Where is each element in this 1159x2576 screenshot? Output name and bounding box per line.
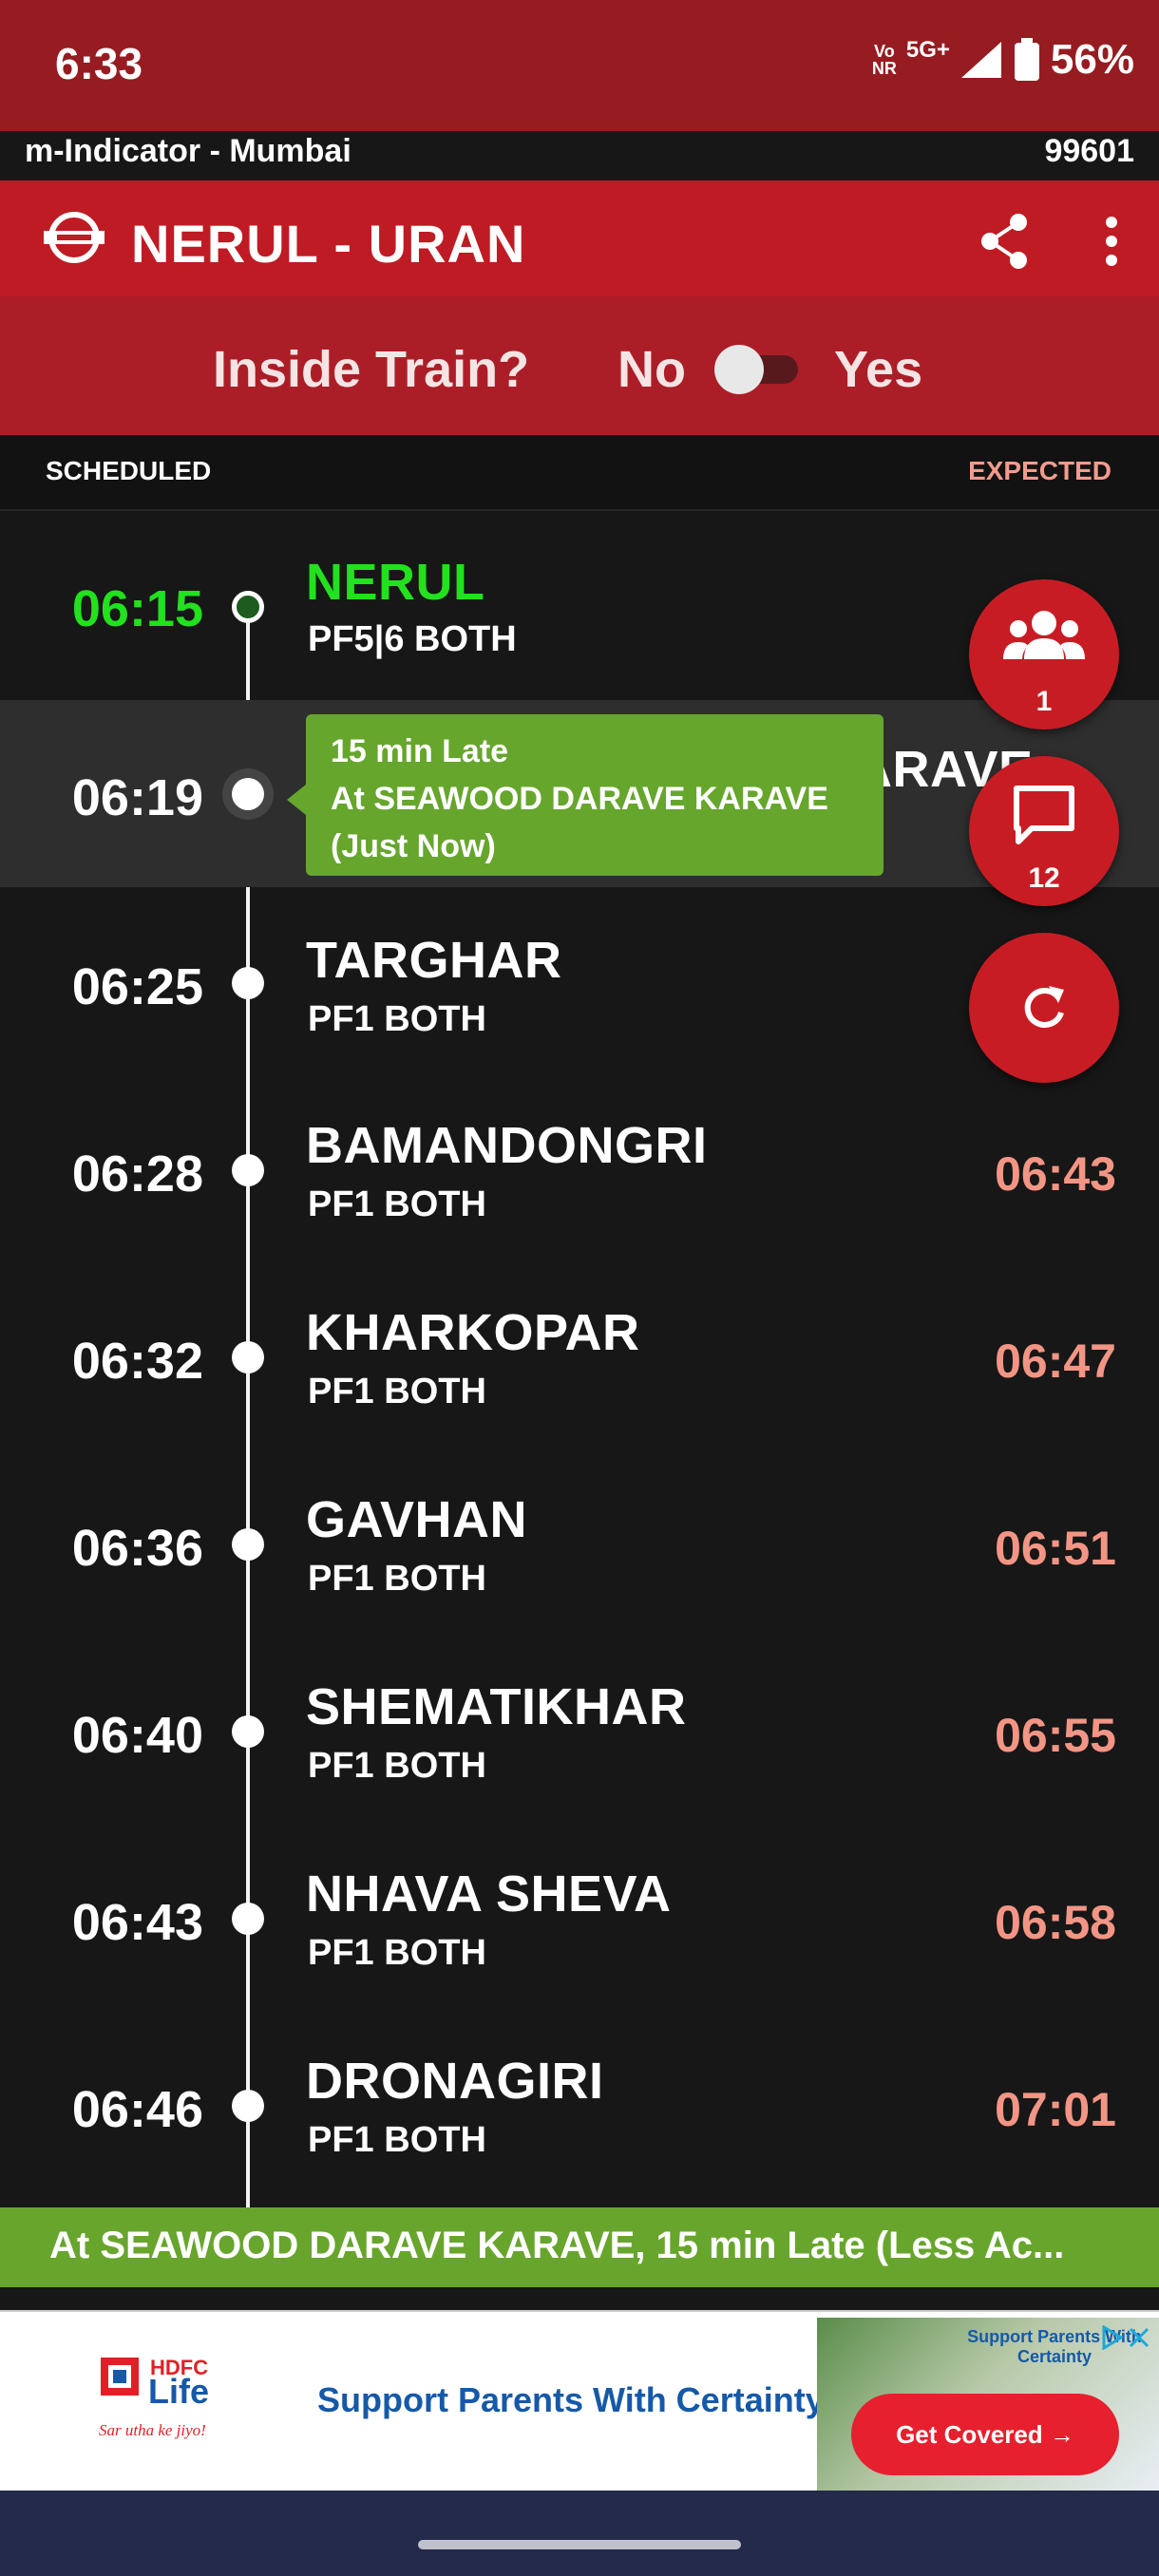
station-dot [232, 2090, 264, 2122]
people-count: 1 [1036, 686, 1053, 717]
battery-icon [1014, 38, 1039, 81]
status-bubble-pointer [287, 785, 306, 815]
station-row[interactable]: 06:46 DRONAGIRI PF1 BOTH 07:01 [0, 2010, 1159, 2197]
status-banner[interactable]: At SEAWOOD DARAVE KARAVE, 15 min Late (L… [0, 2207, 1159, 2287]
volte-top: Vo [874, 42, 895, 61]
station-dot [232, 1715, 264, 1748]
station-row[interactable]: 06:36 GAVHAN PF1 BOTH 06:51 [0, 1449, 1159, 1636]
station-name: DRONAGIRI [306, 2053, 604, 2110]
get-covered-button[interactable]: Get Covered → [851, 2394, 1119, 2475]
route-title: NERUL - URAN [131, 214, 526, 274]
station-dot [232, 1903, 264, 1935]
group-icon [1003, 611, 1085, 659]
station-name: TARGHAR [306, 932, 562, 989]
scheduled-time: 06:19 [71, 769, 203, 826]
scheduled-time: 06:43 [71, 1894, 203, 1951]
expected-time: 06:51 [995, 1522, 1116, 1575]
expected-time: 07:01 [995, 2083, 1116, 2136]
chat-icon [1014, 786, 1074, 844]
station-row[interactable]: 06:40 SHEMATIKHAR PF1 BOTH 06:55 [0, 1636, 1159, 1823]
scheduled-time: 06:36 [71, 1520, 203, 1577]
home-handle[interactable] [418, 2540, 741, 2549]
app-name: m-Indicator - Mumbai [25, 133, 352, 169]
station-dot [232, 591, 264, 623]
station-name: NERUL [306, 554, 485, 611]
platform-info: PF1 BOTH [308, 1559, 486, 1599]
platform-info: PF5|6 BOTH [308, 619, 517, 659]
ad-close-icon[interactable] [1100, 2325, 1151, 2350]
screen: 6:33 Vo NR 5G+ 56% m-Indicator - Mumbai … [0, 0, 1159, 2576]
platform-info: PF1 BOTH [308, 1746, 486, 1786]
scheduled-time: 06:46 [71, 2081, 203, 2138]
station-row[interactable]: 06:32 KHARKOPAR PF1 BOTH 06:47 [0, 1261, 1159, 1449]
status-time: 6:33 [55, 39, 143, 88]
share-icon[interactable] [978, 213, 1032, 270]
network-type: 5G+ [905, 37, 950, 63]
railway-logo-icon [44, 212, 104, 263]
ad-image[interactable]: Support Parents With Certainty Get Cover… [817, 2318, 1159, 2491]
station-name: GAVHAN [306, 1491, 528, 1548]
station-name: SHEMATIKHAR [306, 1678, 687, 1735]
navigation-bar [0, 2491, 1159, 2576]
brand-bottom: Life [148, 2372, 209, 2411]
station-name: KHARKOPAR [306, 1304, 640, 1361]
delay-text: 15 min Late [331, 733, 509, 769]
inside-train-label: Inside Train? [213, 341, 530, 398]
expected-time: 06:58 [995, 1896, 1116, 1949]
station-dot [232, 778, 264, 810]
advertisement[interactable]: HDFC Life Sar utha ke jiyo! Support Pare… [0, 2310, 1159, 2491]
hdfc-life-logo: HDFC Life Sar utha ke jiyo! [95, 2350, 238, 2454]
toggle-yes-label: Yes [834, 341, 923, 398]
toggle-knob [714, 345, 764, 394]
live-status-bubble: 15 min Late At SEAWOOD DARAVE KARAVE (Ju… [306, 714, 884, 876]
chat-button[interactable]: 12 [969, 756, 1119, 906]
volte-bottom: NR [871, 59, 897, 78]
scheduled-header: SCHEDULED [46, 456, 212, 485]
title-bar: NERUL - URAN [0, 180, 1159, 296]
platform-info: PF1 BOTH [308, 999, 486, 1039]
column-header: SCHEDULED EXPECTED [0, 435, 1159, 511]
scheduled-time: 06:28 [71, 1146, 203, 1203]
station-row[interactable]: 06:28 BAMANDONGRI PF1 BOTH 06:43 [0, 1074, 1159, 1261]
people-button[interactable]: 1 [969, 579, 1119, 729]
status-bar: 6:33 Vo NR 5G+ 56% m-Indicator - Mumbai … [0, 0, 1159, 169]
expected-time: 06:55 [995, 1709, 1116, 1762]
station-dot [232, 1154, 264, 1186]
expected-header: EXPECTED [968, 456, 1112, 485]
station-name: NHAVA SHEVA [306, 1866, 672, 1923]
station-dot [232, 967, 264, 999]
brand-slogan: Sar utha ke jiyo! [99, 2421, 206, 2439]
location-text: At SEAWOOD DARAVE KARAVE [331, 781, 828, 817]
update-time-text: (Just Now) [331, 828, 496, 864]
refresh-icon [1024, 986, 1064, 1028]
station-name: BAMANDONGRI [306, 1117, 708, 1174]
more-vert-icon[interactable] [1092, 213, 1130, 270]
toggle-no-label: No [618, 341, 686, 398]
volte-indicator: Vo NR [872, 43, 897, 77]
expected-time: 06:43 [995, 1147, 1116, 1201]
signal-icon [960, 42, 1001, 78]
battery-percent: 56% [1050, 36, 1134, 83]
scheduled-time: 06:40 [71, 1707, 203, 1764]
expected-time: 06:47 [995, 1335, 1116, 1388]
scheduled-time: 06:32 [71, 1333, 203, 1390]
status-icons: Vo NR 5G+ 56% [872, 36, 1134, 84]
platform-info: PF1 BOTH [308, 2120, 486, 2160]
station-dot [232, 1528, 264, 1561]
station-dot [232, 1341, 264, 1373]
inside-train-bar: Inside Train? No Yes [0, 296, 1159, 435]
platform-info: PF1 BOTH [308, 1372, 486, 1411]
platform-info: PF1 BOTH [308, 1933, 486, 1973]
ad-headline[interactable]: Support Parents With Certainty [317, 2380, 825, 2420]
station-row[interactable]: 06:43 NHAVA SHEVA PF1 BOTH 06:58 [0, 1823, 1159, 2010]
chat-count: 12 [1028, 862, 1060, 894]
scheduled-time: 06:15 [71, 580, 203, 637]
platform-info: PF1 BOTH [308, 1184, 486, 1224]
inside-train-toggle[interactable] [714, 345, 798, 394]
refresh-button[interactable] [969, 933, 1119, 1083]
train-number: 99601 [1044, 133, 1134, 169]
scheduled-time: 06:25 [71, 958, 203, 1015]
